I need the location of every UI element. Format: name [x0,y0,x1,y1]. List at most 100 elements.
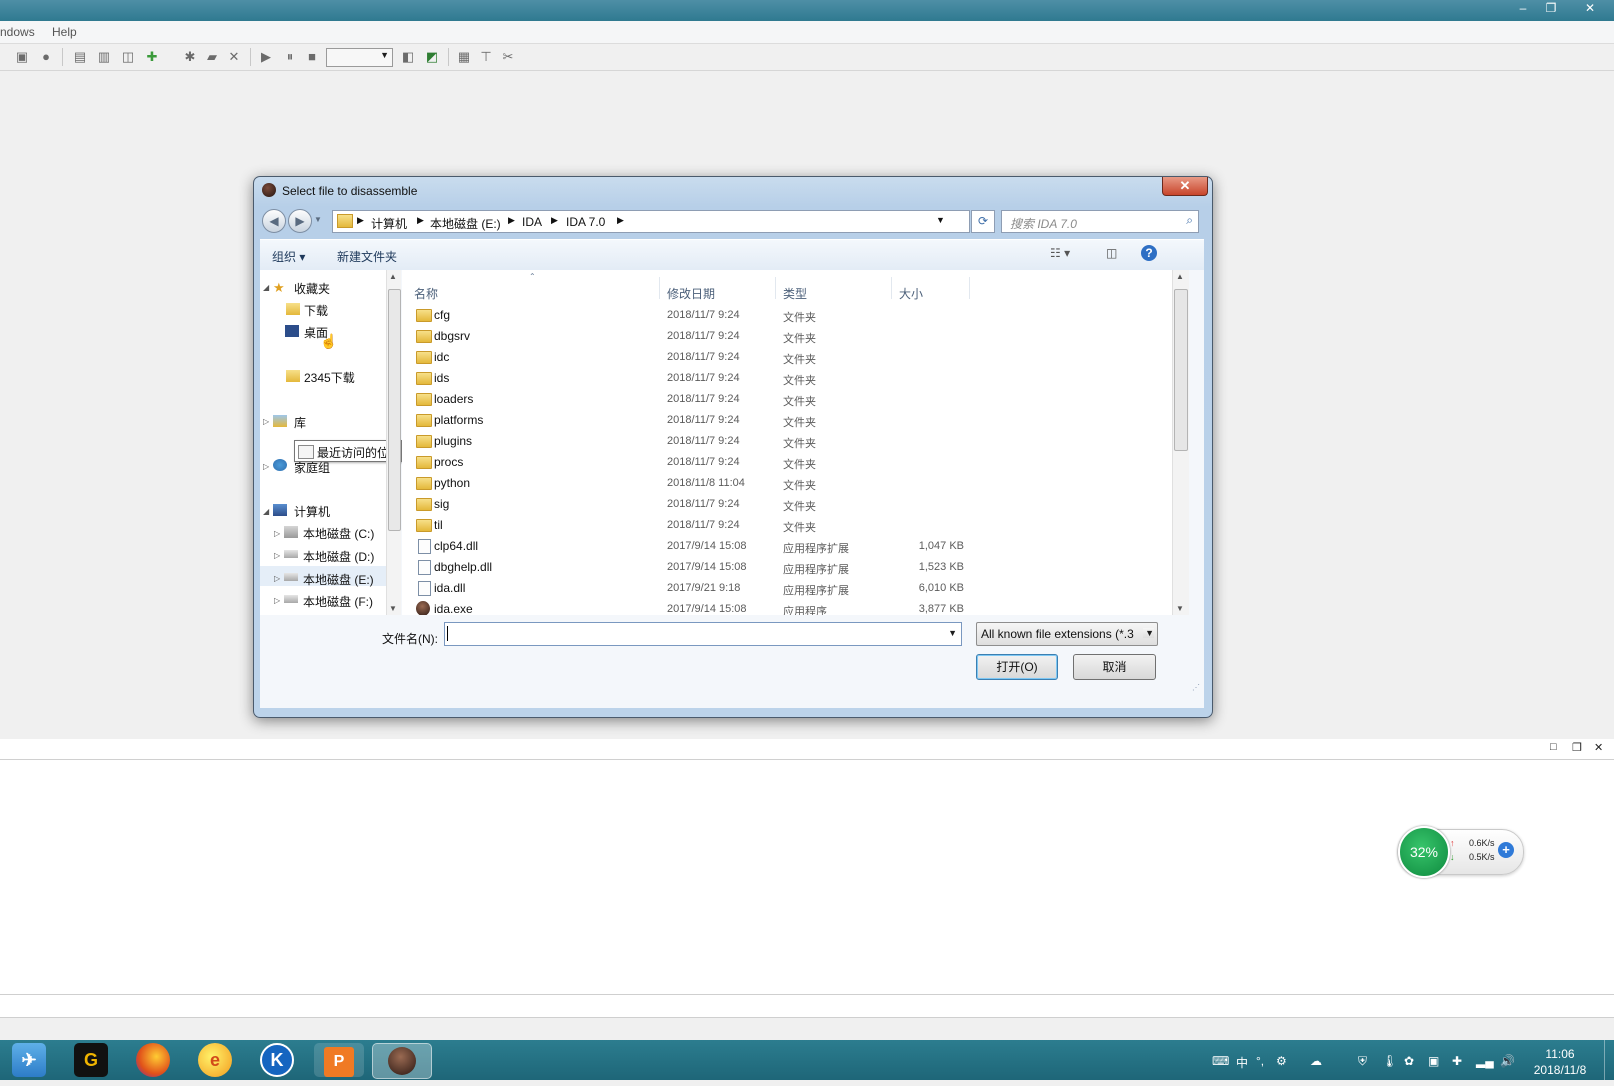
scroll-down-icon[interactable]: ▼ [1176,604,1184,613]
nav-libraries[interactable]: 库 [294,414,306,431]
filename-dropdown-icon[interactable]: ▼ [948,628,957,638]
feather-app-icon[interactable]: ✈ [12,1043,46,1077]
back-button[interactable]: ◀ [262,209,286,233]
nav-drive-c[interactable]: 本地磁盘 (C:) [303,525,374,542]
restore-button[interactable]: ❐ [1538,0,1564,18]
taskbar-button[interactable]: P [314,1043,364,1077]
file-row[interactable]: dbgsrv 2018/11/7 9:24 文件夹 [402,326,1172,347]
nav-scroll-thumb[interactable] [388,289,401,531]
minimize-button[interactable]: – [1510,0,1536,18]
view-options-icon[interactable]: ☷ ▾ [1050,246,1070,260]
shield-icon[interactable]: ⛨ [1358,1054,1367,1069]
network-device-icon[interactable]: ▣ [1428,1054,1439,1068]
file-list-scroll-thumb[interactable] [1174,289,1188,451]
cpu-usage-badge[interactable]: 32% [1398,826,1450,878]
debugger-select[interactable]: ▼ [326,48,393,67]
signal-icon[interactable]: ▂▄ [1476,1054,1494,1068]
toolbar-icon[interactable]: ◫ [120,49,136,65]
file-row[interactable]: sig 2018/11/7 9:24 文件夹 [402,494,1172,515]
toolbar-icon[interactable]: ✂ [500,49,516,65]
cloud-icon[interactable]: ☁ [1310,1054,1322,1068]
close-pane-icon[interactable]: ✕ [1594,741,1603,754]
expand-icon[interactable]: ▷ [263,417,269,426]
add-icon[interactable]: ✚ [1452,1054,1462,1068]
expand-icon[interactable]: ▷ [274,551,280,560]
toolbar-icon[interactable]: ✱ [182,49,198,65]
nav-2345-downloads[interactable]: 2345下载 [304,369,355,386]
file-row[interactable]: loaders 2018/11/7 9:24 文件夹 [402,389,1172,410]
breadcrumb-drive-e[interactable]: 本地磁盘 (E:) [430,215,501,232]
toolbar-icon[interactable]: ⊤ [478,49,494,65]
chevron-right-icon[interactable]: ▶ [617,215,624,226]
scroll-down-icon[interactable]: ▼ [389,604,397,613]
file-row[interactable]: clp64.dll 2017/9/14 15:08 应用程序扩展 1,047 KB [402,536,1172,557]
menu-help[interactable]: Help [52,25,77,39]
refresh-icon[interactable]: ⟳ [971,210,995,233]
open-button[interactable]: 打开(O) [976,654,1058,680]
expand-icon[interactable]: ▷ [263,462,269,471]
flower-icon[interactable]: ✿ [1404,1054,1414,1068]
file-row[interactable]: cfg 2018/11/7 9:24 文件夹 [402,305,1172,326]
toolbar-icon[interactable]: ▰ [204,49,220,65]
breadcrumb-ida[interactable]: IDA [522,215,542,229]
browser-e-icon[interactable]: e [198,1043,232,1077]
toolbar-icon[interactable]: ▥ [96,49,112,65]
breadcrumb-ida-7[interactable]: IDA 7.0 [566,215,605,229]
search-icon[interactable]: ⌕ [1186,213,1193,228]
scroll-up-icon[interactable]: ▲ [1176,272,1184,281]
column-header-name[interactable]: 名称 [414,285,438,302]
toolbar-icon[interactable]: ▦ [456,49,472,65]
file-row[interactable]: python 2018/11/8 11:04 文件夹 [402,473,1172,494]
delete-icon[interactable]: ✕ [226,49,242,65]
g-app-icon[interactable]: G [74,1043,108,1077]
expand-icon[interactable]: ▷ [274,596,280,605]
command-line[interactable] [0,994,1614,1018]
ime-icon[interactable]: ⌨ [1212,1054,1229,1068]
filter-dropdown-icon[interactable]: ▼ [1143,628,1154,638]
new-folder-button[interactable]: 新建文件夹 [337,248,397,265]
nav-computer[interactable]: 计算机 [294,503,330,520]
recent-pages-chevron-icon[interactable]: ▼ [314,215,322,224]
close-window-button[interactable]: ✕ [1572,0,1608,18]
collapse-icon[interactable]: ◢ [263,507,269,516]
address-bar[interactable]: ▶ 计算机 ▶ 本地磁盘 (E:) ▶ IDA ▶ IDA 7.0 ▶ ▼ [332,210,970,233]
help-icon[interactable]: ? [1141,245,1157,261]
expand-icon[interactable]: ▷ [274,529,280,538]
pause-icon[interactable]: ⏸ [282,49,298,65]
expand-icon[interactable]: ▷ [274,574,280,583]
chevron-right-icon[interactable]: ▶ [508,215,515,226]
ida-taskbar-button[interactable] [372,1043,432,1079]
search-input[interactable]: 搜索 IDA 7.0 ⌕ [1001,210,1199,233]
nav-favorites[interactable]: 收藏夹 [294,280,330,297]
resize-grip-icon[interactable]: ⋰ [1192,683,1200,692]
collapse-icon[interactable]: ◢ [263,283,269,292]
show-desktop-button[interactable] [1604,1040,1614,1080]
scroll-up-icon[interactable]: ▲ [389,272,397,281]
chevron-right-icon[interactable]: ▶ [357,215,364,226]
forward-button[interactable]: ▶ [288,209,312,233]
chevron-right-icon[interactable]: ▶ [551,215,558,226]
menu-windows[interactable]: ndows [0,25,35,39]
nav-downloads[interactable]: 下载 [304,302,328,319]
column-header-type[interactable]: 类型 [783,285,807,302]
stop-icon[interactable]: ■ [304,49,320,65]
organize-button[interactable]: 组织 ▾ [272,248,305,265]
file-row[interactable]: procs 2018/11/7 9:24 文件夹 [402,452,1172,473]
toolbar-icon[interactable]: ◧ [400,49,416,65]
thermometer-icon[interactable]: 🌡 [1382,1054,1397,1068]
toolbar-icon[interactable]: ▤ [72,49,88,65]
preview-pane-icon[interactable]: ◫ [1106,246,1117,260]
file-row[interactable]: ids 2018/11/7 9:24 文件夹 [402,368,1172,389]
play-icon[interactable]: ▶ [258,49,274,65]
accelerate-icon[interactable]: + [1498,842,1514,858]
k-app-icon[interactable]: K [260,1043,294,1077]
file-row[interactable]: dbghelp.dll 2017/9/14 15:08 应用程序扩展 1,523 KB [402,557,1172,578]
nav-drive-d[interactable]: 本地磁盘 (D:) [303,548,374,565]
add-icon[interactable]: ✚ [144,49,160,65]
address-dropdown-icon[interactable]: ▼ [936,215,945,225]
file-type-filter[interactable]: All known file extensions (*.3 ▼ [976,622,1158,646]
record-icon[interactable]: ● [38,49,54,65]
file-row[interactable]: plugins 2018/11/7 9:24 文件夹 [402,431,1172,452]
column-header-date[interactable]: 修改日期 [667,285,715,302]
nav-drive-e[interactable]: 本地磁盘 (E:) [303,571,374,588]
